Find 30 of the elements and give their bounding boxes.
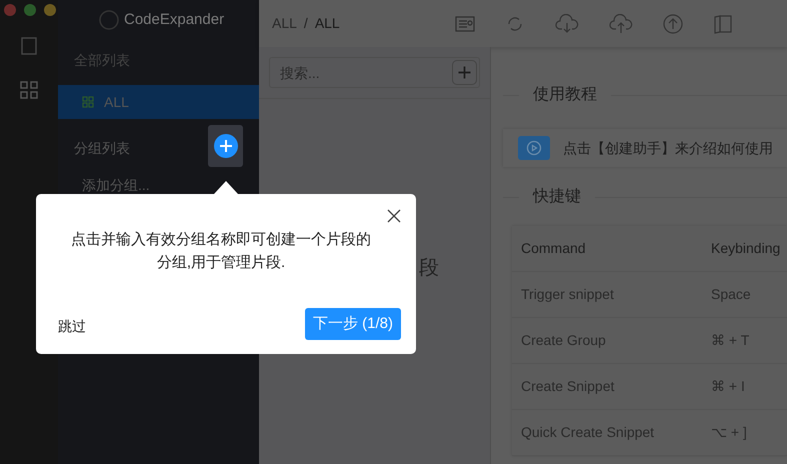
sidebar-item[interactable]: ALL — [58, 85, 259, 119]
breadcrumb-item[interactable]: ALL — [314, 13, 340, 34]
skip-button[interactable]: 跳过 — [58, 316, 86, 337]
document-icon[interactable] — [20, 36, 38, 56]
table-cell-text: ⌥ + ] — [711, 423, 747, 442]
upload-icon[interactable] — [663, 14, 683, 34]
guide-text: 点击并输入有效分组名称即可创建一个片段的分组,用于管理片段. — [70, 230, 372, 273]
plus-icon — [218, 139, 232, 153]
play-button[interactable] — [518, 136, 550, 160]
add-group-button[interactable] — [214, 134, 238, 158]
add-group-link[interactable]: 添加分组... — [82, 175, 150, 196]
plus-icon[interactable] — [452, 60, 477, 85]
section-heading: 使用教程 — [532, 85, 598, 105]
logo-icon — [98, 9, 120, 31]
grid-icon[interactable] — [20, 81, 38, 99]
grid-icon — [82, 96, 94, 108]
tutorial-text[interactable]: 点击【创建助手】来介绍如何使用 — [563, 138, 773, 158]
section-label: 分组列表 — [74, 138, 130, 158]
cloud-download-icon[interactable] — [555, 14, 579, 34]
breadcrumb-separator: / — [304, 14, 308, 33]
empty-hint: 段 — [419, 256, 439, 281]
close-icon[interactable] — [386, 208, 402, 224]
column-header: Keybinding — [711, 239, 780, 258]
book-icon[interactable] — [713, 14, 733, 34]
column-header: Command — [521, 239, 587, 258]
app-title: CodeExpander — [124, 10, 224, 30]
next-button[interactable]: 下一步 (1/8) — [304, 308, 401, 340]
section-heading: 快捷键 — [532, 186, 582, 207]
cloud-upload-icon[interactable] — [609, 14, 633, 34]
play-icon — [526, 140, 542, 156]
